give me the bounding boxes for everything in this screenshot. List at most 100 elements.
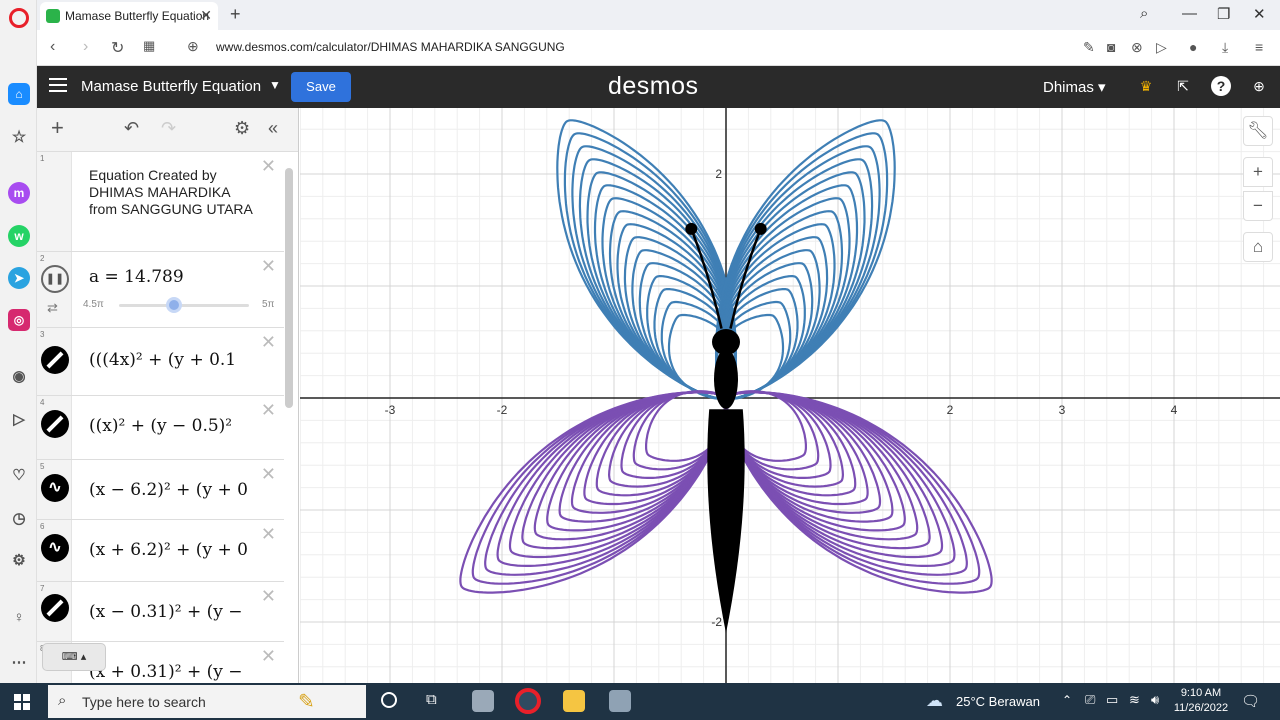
delete-expression-icon[interactable]: ✕ [261, 332, 276, 353]
close-window-icon[interactable]: ✕ [1253, 5, 1266, 23]
back-icon[interactable]: ‹ [50, 38, 55, 56]
opera-taskbar-icon[interactable] [515, 688, 541, 714]
profile-icon[interactable]: ● [1189, 39, 1197, 55]
delete-expression-icon[interactable]: ✕ [261, 646, 276, 667]
taskbar-search-box[interactable]: ⌕ Type here to search ✎ [48, 685, 366, 718]
help-icon[interactable]: ? [1211, 76, 1231, 96]
delete-expression-icon[interactable]: ✕ [261, 256, 276, 277]
start-windows-icon[interactable] [14, 694, 30, 710]
download-icon[interactable]: ⤓ [1222, 39, 1228, 56]
settings-gear-icon[interactable]: ⚙ [8, 549, 30, 571]
speed-dial-star-icon[interactable]: ☆ [8, 126, 30, 148]
flow-icon[interactable]: ▷ [1156, 39, 1167, 56]
title-dropdown-icon[interactable]: ▼ [269, 78, 281, 92]
graph-settings-wrench-icon[interactable]: 🔧︎ [1243, 116, 1273, 146]
network-app-icon[interactable] [609, 690, 631, 712]
add-item-icon[interactable]: + [51, 115, 64, 141]
delete-expression-icon[interactable]: ✕ [261, 586, 276, 607]
cortana-icon[interactable] [381, 692, 397, 708]
search-tabs-icon[interactable]: ⌕ [1140, 5, 1148, 22]
tabs-grid-icon[interactable]: ▦ [143, 38, 155, 54]
zoom-in-icon[interactable]: + [1243, 157, 1273, 187]
heart-icon[interactable]: ♡ [8, 464, 30, 486]
graph-title[interactable]: Mamase Butterfly Equation [81, 78, 261, 95]
slider-expression[interactable]: a = 14.789 [89, 267, 269, 287]
tray-device-icon[interactable]: ⎚ [1085, 692, 1095, 708]
file-explorer-icon[interactable] [563, 690, 585, 712]
new-tab-button[interactable]: + [230, 4, 241, 25]
forward-icon[interactable]: › [83, 38, 88, 56]
pause-animation-icon[interactable]: ❚❚ [41, 265, 69, 293]
expression-row[interactable]: 6 ∿ (x + 6.2)² + (y + 0 ✕ [37, 520, 284, 582]
notification-icon[interactable]: 🗨︎ [1241, 692, 1260, 710]
tab-desmos[interactable]: Mamase Butterfly Equation ✕ [40, 2, 218, 30]
expression-color-icon[interactable] [41, 410, 69, 438]
send-icon[interactable]: ▷ [8, 408, 30, 430]
edit-icon[interactable]: ✎ [1083, 39, 1095, 56]
expression-latex[interactable]: (x + 0.31)² + (y − [89, 662, 269, 682]
tips-icon[interactable]: ♀ [8, 606, 30, 628]
slider-handle[interactable] [165, 297, 182, 313]
task-view-icon[interactable]: ⧉ [426, 691, 437, 708]
expression-latex[interactable]: (x − 6.2)² + (y + 0 [89, 480, 269, 500]
slider-max-label[interactable]: 5π [262, 299, 274, 310]
default-viewport-home-icon[interactable]: ⌂ [1243, 232, 1273, 262]
easy-setup-icon[interactable]: ≡ [1255, 39, 1263, 55]
volume-icon[interactable]: 🔊︎ [1151, 692, 1159, 708]
delete-expression-icon[interactable]: ✕ [261, 464, 276, 485]
wifi-icon[interactable]: ≋ [1129, 692, 1140, 708]
slider-min-label[interactable]: 4.5π [83, 299, 104, 310]
adblock-icon[interactable]: ⊗ [1131, 39, 1143, 56]
hamburger-menu-icon[interactable] [49, 78, 67, 92]
close-tab-icon[interactable]: ✕ [200, 7, 212, 24]
delete-expression-icon[interactable]: ✕ [261, 400, 276, 421]
more-icon[interactable]: ⋯ [8, 651, 30, 673]
expression-scrollbar[interactable] [285, 168, 293, 408]
user-menu[interactable]: Dhimas ▾ [1043, 78, 1106, 96]
delete-expression-icon[interactable]: ✕ [261, 156, 276, 177]
delete-expression-icon[interactable]: ✕ [261, 524, 276, 545]
telegram-icon[interactable]: ➤ [8, 267, 30, 289]
search-placeholder[interactable]: Type here to search [82, 694, 206, 710]
expression-wave-icon[interactable]: ∿ [41, 534, 69, 562]
expression-note[interactable]: 1 Equation Created by DHIMAS MAHARDIKA f… [37, 152, 284, 252]
expression-wave-icon[interactable]: ∿ [41, 474, 69, 502]
expression-row[interactable]: 4 ((x)² + (y − 0.5)² ✕ [37, 396, 284, 460]
minimize-icon[interactable]: — [1182, 5, 1197, 22]
share-icon[interactable]: ⇱ [1173, 76, 1193, 96]
maximize-icon[interactable]: ❐ [1217, 5, 1230, 23]
expression-color-icon[interactable] [41, 346, 69, 374]
home-icon[interactable]: ⌂ [8, 83, 30, 105]
history-icon[interactable]: ◷ [8, 507, 30, 529]
expression-latex[interactable]: ((x)² + (y − 0.5)² [89, 416, 269, 436]
reload-icon[interactable]: ↻ [111, 38, 124, 58]
weather-text[interactable]: 25°C Berawan [956, 694, 1040, 709]
graph-paper[interactable]: -3-223421-1-2 🔧︎ + − ⌂ [300, 108, 1280, 683]
collapse-list-icon[interactable]: « [268, 118, 278, 139]
tray-chevron-icon[interactable]: ⌃ [1062, 693, 1072, 707]
messenger-icon[interactable]: m [8, 182, 30, 204]
expression-latex[interactable]: (((4x)² + (y + 0.1 [89, 350, 269, 370]
system-clock[interactable]: 9:10 AM 11/26/2022 [1173, 686, 1229, 716]
expression-slider[interactable]: 2 ❚❚ ⇄ a = 14.789 4.5π 5π ✕ [37, 252, 284, 328]
keypad-toggle-button[interactable]: ⌨ ▴ [42, 643, 106, 671]
redo-icon[interactable]: ↷ [161, 118, 176, 139]
expression-latex[interactable]: (x − 0.31)² + (y − [89, 602, 269, 622]
expression-row[interactable]: 3 (((4x)² + (y + 0.1 ✕ [37, 328, 284, 396]
file-app-icon[interactable] [472, 690, 494, 712]
language-globe-icon[interactable]: ⊕ [1249, 76, 1269, 96]
whatsapp-icon[interactable]: w [8, 225, 30, 247]
expression-color-icon[interactable] [41, 594, 69, 622]
undo-icon[interactable]: ↶ [124, 118, 139, 139]
animation-direction-icon[interactable]: ⇄ [47, 300, 58, 316]
save-button[interactable]: Save [291, 72, 351, 102]
expression-latex[interactable]: (x + 6.2)² + (y + 0 [89, 540, 269, 560]
player-icon[interactable]: ◉ [8, 365, 30, 387]
graph-canvas[interactable]: -3-223421-1-2 [300, 108, 1280, 683]
zoom-out-icon[interactable]: − [1243, 191, 1273, 221]
battery-icon[interactable]: ▭ [1106, 692, 1118, 708]
opera-logo-icon[interactable] [9, 8, 29, 28]
expression-row[interactable]: 5 ∿ (x − 6.2)² + (y + 0 ✕ [37, 460, 284, 520]
trophy-icon[interactable]: ♛ [1136, 76, 1156, 96]
instagram-icon[interactable]: ◎ [8, 309, 30, 331]
